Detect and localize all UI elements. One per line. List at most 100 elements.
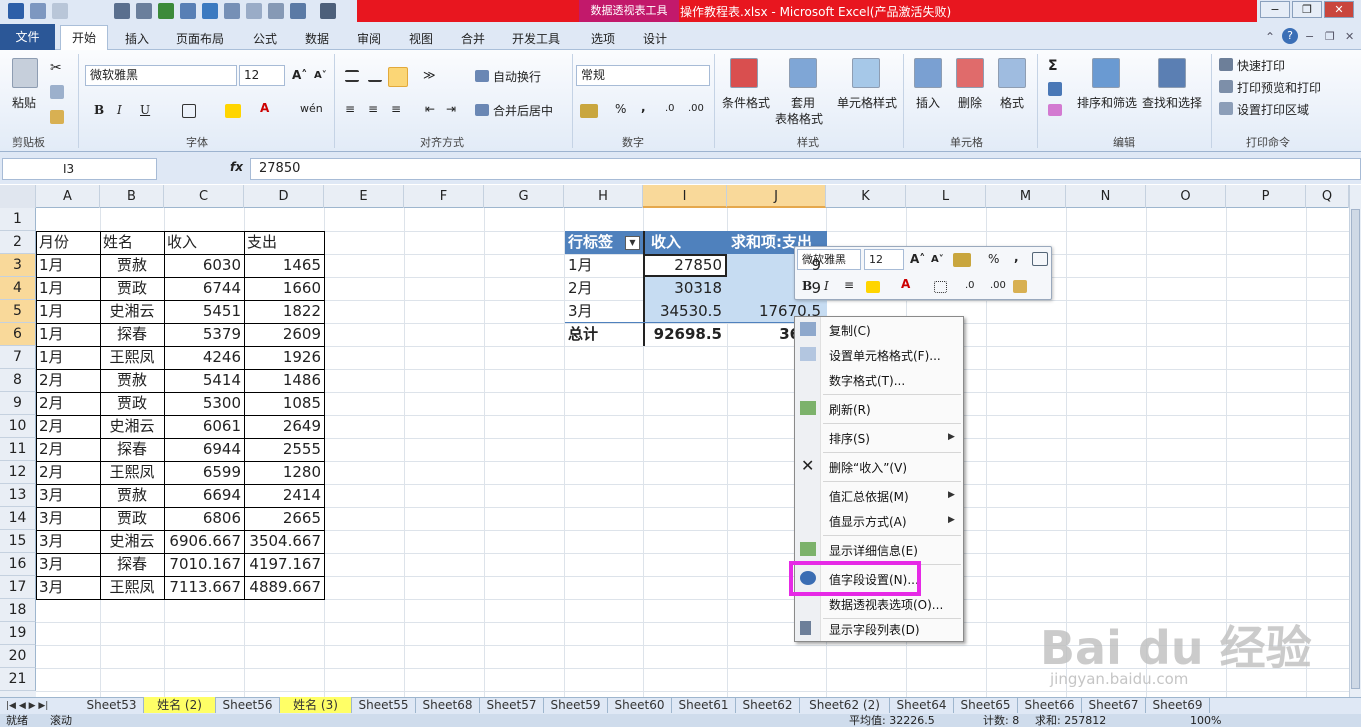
minimize-button[interactable]: −	[1260, 1, 1290, 18]
tab-developer[interactable]: 开发工具	[512, 30, 560, 47]
table-cell[interactable]: 2月	[36, 415, 100, 438]
col-header-h[interactable]: H	[564, 185, 643, 208]
close-button[interactable]: ✕	[1324, 1, 1354, 18]
format-table-label-1[interactable]: 套用	[791, 94, 815, 111]
row-header[interactable]: 14	[0, 507, 36, 530]
qa-icon-7[interactable]	[246, 3, 262, 19]
help-icon[interactable]: ?	[1282, 28, 1298, 44]
table-cell[interactable]: 2555	[244, 438, 324, 461]
table-header-cell[interactable]: 收入	[164, 231, 244, 254]
sheet-tab[interactable]: Sheet55	[352, 697, 416, 713]
qa-icon-5[interactable]	[202, 3, 218, 19]
table-cell[interactable]: 2414	[244, 484, 324, 507]
col-header-n[interactable]: N	[1066, 185, 1146, 208]
table-cell[interactable]: 3月	[36, 507, 100, 530]
row-header[interactable]: 10	[0, 415, 36, 438]
sheet-tab[interactable]: 姓名 (2)	[144, 697, 216, 713]
format-cells-ribbon-icon[interactable]	[998, 58, 1026, 88]
format-table-label-2[interactable]: 表格格式	[775, 110, 823, 127]
sort-filter-icon[interactable]	[1092, 58, 1120, 88]
insert-cells-label[interactable]: 插入	[916, 94, 940, 111]
find-select-label[interactable]: 查找和选择	[1142, 94, 1202, 111]
menu-item-format-cells[interactable]: 设置单元格格式(F)...	[829, 347, 941, 364]
qa-icon-9[interactable]	[290, 3, 306, 19]
table-cell[interactable]: 4889.667	[244, 576, 324, 599]
menu-item-summarize-by[interactable]: 值汇总依据(M)	[829, 488, 909, 505]
tab-merge[interactable]: 合并	[461, 30, 485, 47]
align-center-icon[interactable]: ≡	[368, 102, 378, 116]
mini-comma-icon[interactable]: ,	[1014, 250, 1019, 264]
ribbon-minimize-icon[interactable]: ⌃	[1265, 30, 1275, 44]
pivot-cell[interactable]: 9	[727, 277, 824, 300]
menu-item-field-list[interactable]: 显示字段列表(D)	[829, 621, 920, 638]
row-header[interactable]: 18	[0, 599, 36, 622]
row-header[interactable]: 21	[0, 668, 36, 691]
cell-styles-icon[interactable]	[852, 58, 880, 88]
wrap-text-label[interactable]: 自动换行	[493, 68, 541, 85]
bold-icon[interactable]: B	[94, 103, 104, 117]
table-cell[interactable]: 探春	[100, 438, 164, 461]
currency-icon[interactable]	[580, 104, 598, 118]
borders-icon[interactable]	[320, 3, 336, 19]
paste-label[interactable]: 粘贴	[12, 94, 36, 111]
first-sheet-icon[interactable]: |◀ ◀ ▶ ▶|	[6, 698, 48, 714]
table-header-cell[interactable]: 姓名	[100, 231, 164, 254]
decrease-indent-icon[interactable]: ⇤	[425, 102, 435, 116]
row-header[interactable]: 3	[0, 254, 36, 277]
table-cell[interactable]: 1486	[244, 369, 324, 392]
vertical-scrollbar[interactable]	[1349, 185, 1361, 697]
table-cell[interactable]: 2649	[244, 415, 324, 438]
sheet-tab[interactable]: Sheet60	[608, 697, 672, 713]
grow-font-icon[interactable]: A˄	[292, 68, 307, 82]
tab-design[interactable]: 设计	[643, 30, 667, 47]
merge-icon[interactable]	[475, 104, 489, 116]
orientation-icon[interactable]: ≫	[423, 68, 436, 82]
sheet-tab[interactable]: Sheet62 (2)	[800, 697, 890, 713]
align-top-icon[interactable]	[345, 70, 359, 82]
preview-icon[interactable]	[136, 3, 152, 19]
insert-function-icon[interactable]: fx	[230, 160, 243, 174]
phonetic-icon[interactable]: wén	[300, 102, 323, 115]
table-cell[interactable]: 7010.167	[164, 553, 244, 576]
align-right-icon[interactable]: ≡	[391, 102, 401, 116]
clear-icon[interactable]	[1048, 104, 1062, 116]
table-cell[interactable]: 1月	[36, 277, 100, 300]
row-header[interactable]: 16	[0, 553, 36, 576]
table-cell[interactable]: 1月	[36, 323, 100, 346]
mini-inc-decimal-icon[interactable]: .0	[965, 280, 975, 291]
table-cell[interactable]: 4197.167	[244, 553, 324, 576]
row-header[interactable]: 11	[0, 438, 36, 461]
pivot-cell[interactable]: 1月	[565, 254, 643, 277]
table-cell[interactable]: 王熙凤	[100, 461, 164, 484]
font-name-combo[interactable]: 微软雅黑	[85, 65, 237, 86]
percent-icon[interactable]: %	[615, 102, 626, 116]
print-area-icon[interactable]	[1219, 102, 1233, 115]
table-cell[interactable]: 1月	[36, 300, 100, 323]
mini-format-painter-icon[interactable]	[1013, 280, 1027, 293]
print-area-label[interactable]: 设置打印区域	[1237, 101, 1309, 118]
align-bottom-icon[interactable]	[388, 67, 408, 87]
table-cell[interactable]: 6944	[164, 438, 244, 461]
print-icon[interactable]	[114, 3, 130, 19]
qa-icon-8[interactable]	[268, 3, 284, 19]
tab-data[interactable]: 数据	[305, 30, 329, 47]
restore-button[interactable]: ❐	[1292, 1, 1322, 18]
col-header-o[interactable]: O	[1146, 185, 1226, 208]
pivot-cell[interactable]: 2月	[565, 277, 643, 300]
row-header[interactable]: 13	[0, 484, 36, 507]
mini-font-color-icon[interactable]: A	[901, 277, 910, 291]
col-header-j[interactable]: J	[727, 185, 826, 208]
conditional-format-label[interactable]: 条件格式	[722, 94, 770, 111]
table-cell[interactable]: 5379	[164, 323, 244, 346]
table-cell[interactable]: 3月	[36, 576, 100, 599]
col-header-d[interactable]: D	[244, 185, 324, 208]
menu-item-sort[interactable]: 排序(S)	[829, 430, 870, 447]
table-cell[interactable]: 王熙凤	[100, 346, 164, 369]
borders-ribbon-icon[interactable]	[182, 104, 196, 118]
sheet-tab[interactable]: Sheet69	[1146, 697, 1210, 713]
col-header-g[interactable]: G	[484, 185, 564, 208]
table-cell[interactable]: 1465	[244, 254, 324, 277]
col-header-b[interactable]: B	[100, 185, 164, 208]
name-box[interactable]: I3	[2, 158, 157, 180]
table-cell[interactable]: 1660	[244, 277, 324, 300]
